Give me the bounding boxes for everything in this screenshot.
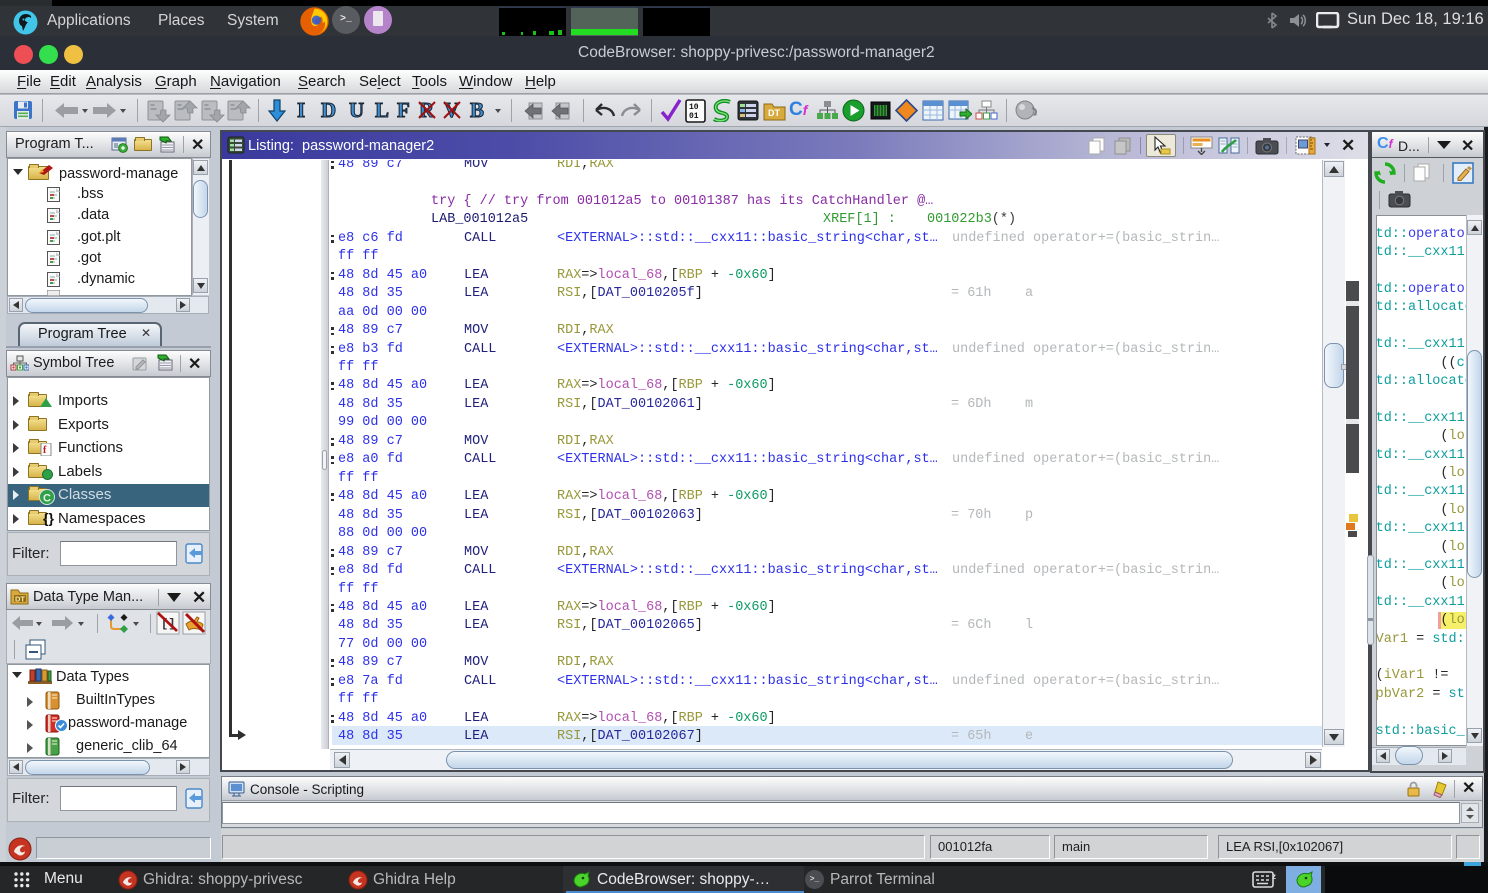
svg-text:C: C [43, 493, 51, 505]
svg-text:DT: DT [768, 108, 780, 118]
svg-text:DT: DT [15, 595, 25, 604]
svg-text:z: z [1272, 872, 1276, 881]
svg-text:01: 01 [689, 112, 699, 121]
svg-text:10: 10 [689, 103, 699, 112]
